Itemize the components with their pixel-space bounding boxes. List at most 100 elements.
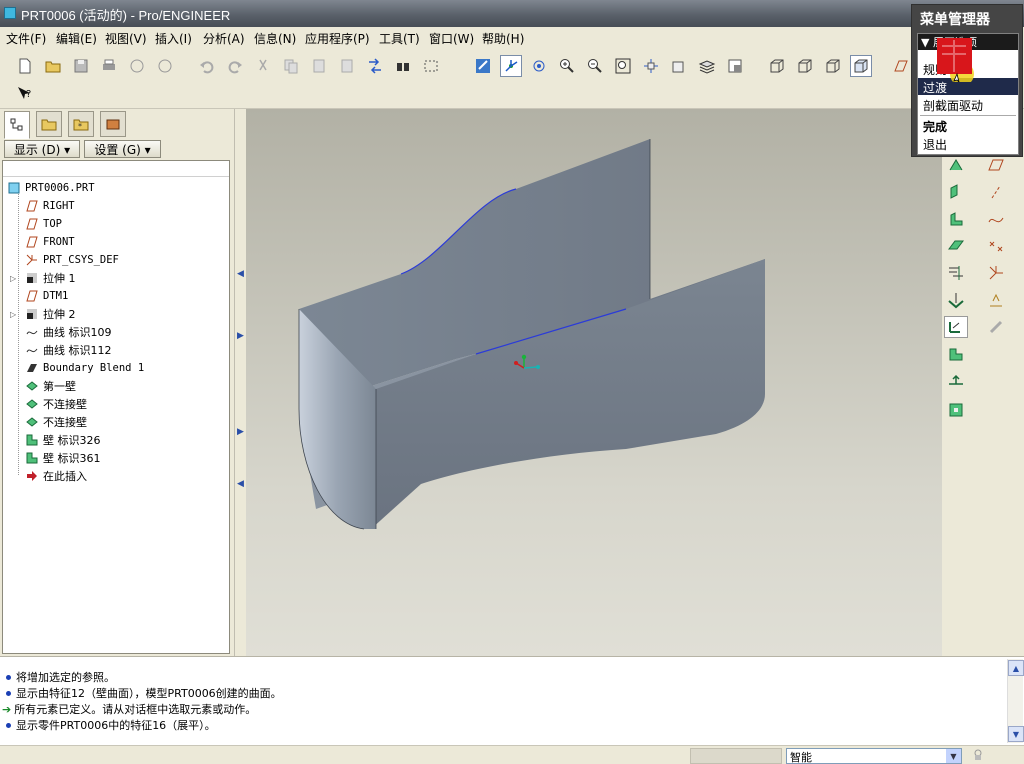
menu-item-section-driven[interactable]: 剖截面驱动 bbox=[923, 97, 983, 114]
reorient-icon[interactable] bbox=[640, 55, 662, 77]
tree-item-part[interactable]: PRT0006.PRT bbox=[7, 179, 95, 197]
datum-point-tool-icon[interactable] bbox=[984, 235, 1008, 257]
send-mail-icon[interactable] bbox=[126, 55, 148, 77]
message-scrollbar[interactable]: ▲ ▼ bbox=[1007, 659, 1024, 743]
paste-icon[interactable] bbox=[308, 55, 330, 77]
copy-icon[interactable] bbox=[280, 55, 302, 77]
tree-item-first-wall[interactable]: 第一壁 bbox=[25, 377, 76, 395]
menu-info[interactable]: 信息(N) bbox=[254, 30, 296, 47]
collapse-arrow-icon[interactable]: ▶ bbox=[237, 427, 244, 437]
datum-plane-display-icon[interactable] bbox=[890, 55, 912, 77]
selection-filter[interactable]: 智能 ▼ bbox=[786, 748, 962, 764]
menu-applications[interactable]: 应用程序(P) bbox=[305, 30, 370, 47]
menu-item-done[interactable]: 完成 bbox=[923, 118, 947, 135]
tree-item-front[interactable]: FRONT bbox=[25, 233, 75, 251]
extend-wall-icon[interactable] bbox=[944, 235, 968, 257]
tree-item-right[interactable]: RIGHT bbox=[25, 197, 75, 215]
bend-tool-icon[interactable] bbox=[944, 316, 968, 338]
tree-item-wall-361[interactable]: 壁 标识361 bbox=[25, 449, 101, 467]
panel-splitter[interactable]: ◀ ▶ ▶ ◀ bbox=[234, 109, 246, 656]
hidden-line-icon[interactable] bbox=[794, 55, 816, 77]
paste-special-icon[interactable] bbox=[336, 55, 358, 77]
orient-mode-icon[interactable] bbox=[528, 55, 550, 77]
wall-tool-icon[interactable] bbox=[944, 154, 968, 176]
settings-dropdown[interactable]: 设置 (G) ▾ bbox=[84, 140, 161, 158]
datum-plane-tool-icon[interactable] bbox=[984, 154, 1008, 176]
redo-icon[interactable] bbox=[224, 55, 246, 77]
menu-analysis[interactable]: 分析(A) bbox=[203, 30, 245, 47]
collapse-arrow-icon[interactable]: ▶ bbox=[237, 331, 244, 341]
tree-item-top[interactable]: TOP bbox=[25, 215, 62, 233]
zoom-out-icon[interactable] bbox=[584, 55, 606, 77]
link-tool-icon[interactable] bbox=[984, 316, 1008, 338]
tree-search-field[interactable] bbox=[3, 161, 229, 177]
tree-item-csys[interactable]: PRT_CSYS_DEF bbox=[25, 251, 119, 269]
tree-item-wall-326[interactable]: 壁 标识326 bbox=[25, 431, 101, 449]
send-link-icon[interactable] bbox=[154, 55, 176, 77]
datum-axis-tool-icon[interactable] bbox=[984, 181, 1008, 203]
model-view[interactable] bbox=[246, 109, 942, 656]
menu-view[interactable]: 视图(V) bbox=[105, 30, 147, 47]
tab-model-tree[interactable] bbox=[4, 111, 30, 139]
spin-center-icon[interactable] bbox=[500, 55, 522, 77]
tree-item-unattached-wall-2[interactable]: 不连接壁 bbox=[25, 413, 87, 431]
menu-window[interactable]: 窗口(W) bbox=[429, 30, 474, 47]
layers-icon[interactable] bbox=[696, 55, 718, 77]
expand-arrow-icon[interactable]: ▷ bbox=[10, 310, 16, 319]
undo-icon[interactable] bbox=[196, 55, 218, 77]
flatten-icon[interactable] bbox=[944, 289, 968, 311]
tree-item-dtm1[interactable]: DTM1 bbox=[25, 287, 68, 305]
tab-folder-browser[interactable] bbox=[36, 111, 62, 137]
find-icon[interactable] bbox=[392, 55, 414, 77]
lock-icon[interactable] bbox=[974, 749, 982, 761]
repaint-icon[interactable] bbox=[472, 55, 494, 77]
save-icon[interactable] bbox=[70, 55, 92, 77]
datum-curve-tool-icon[interactable] bbox=[984, 208, 1008, 230]
collapse-arrow-icon[interactable]: ◀ bbox=[237, 479, 244, 489]
tab-connections[interactable] bbox=[100, 111, 126, 137]
zoom-in-icon[interactable] bbox=[556, 55, 578, 77]
scroll-down-icon[interactable]: ▼ bbox=[1008, 726, 1024, 742]
tree-item-insert-here[interactable]: 在此插入 bbox=[25, 467, 87, 485]
open-folder-icon[interactable] bbox=[42, 55, 64, 77]
menu-help[interactable]: 帮助(H) bbox=[482, 30, 524, 47]
show-dropdown[interactable]: 显示 (D) ▾ bbox=[4, 140, 80, 158]
menu-file[interactable]: 文件(F) bbox=[6, 30, 46, 47]
menu-tools[interactable]: 工具(T) bbox=[379, 30, 420, 47]
collapse-arrow-icon[interactable]: ◀ bbox=[237, 269, 244, 279]
tree-item-extrude-2[interactable]: 拉伸 2 bbox=[25, 305, 76, 323]
view-manager-icon[interactable] bbox=[724, 55, 746, 77]
print-icon[interactable] bbox=[98, 55, 120, 77]
corner-relief-icon[interactable] bbox=[944, 399, 968, 421]
flat-wall-icon[interactable] bbox=[944, 208, 968, 230]
regenerate-icon[interactable] bbox=[364, 55, 386, 77]
menu-item-quit[interactable]: 退出 bbox=[923, 136, 947, 153]
graphics-window[interactable] bbox=[246, 109, 942, 656]
bend-back-icon[interactable] bbox=[944, 370, 968, 392]
expand-arrow-icon[interactable]: ▷ bbox=[10, 274, 16, 283]
merge-wall-icon[interactable] bbox=[944, 262, 968, 284]
unbend-icon[interactable] bbox=[944, 343, 968, 365]
tree-item-extrude-1[interactable]: 拉伸 1 bbox=[25, 269, 76, 287]
tree-item-unattached-wall-1[interactable]: 不连接壁 bbox=[25, 395, 87, 413]
tree-item-curve-109[interactable]: 曲线 标识109 bbox=[25, 323, 112, 341]
new-file-icon[interactable] bbox=[14, 55, 36, 77]
shading-icon[interactable] bbox=[850, 55, 872, 77]
menu-insert[interactable]: 插入(I) bbox=[155, 30, 192, 47]
context-help-icon[interactable]: ? bbox=[14, 83, 36, 105]
tree-item-curve-112[interactable]: 曲线 标识112 bbox=[25, 341, 112, 359]
menu-edit[interactable]: 编辑(E) bbox=[56, 30, 97, 47]
wireframe-icon[interactable] bbox=[766, 55, 788, 77]
analysis-tool-icon[interactable] bbox=[984, 289, 1008, 311]
tree-item-boundary-blend[interactable]: Boundary Blend 1 bbox=[25, 359, 144, 377]
tab-favorites[interactable]: * bbox=[68, 111, 94, 137]
select-box-icon[interactable] bbox=[420, 55, 442, 77]
no-hidden-icon[interactable] bbox=[822, 55, 844, 77]
saved-views-icon[interactable] bbox=[668, 55, 690, 77]
scroll-up-icon[interactable]: ▲ bbox=[1008, 660, 1024, 676]
flange-wall-icon[interactable] bbox=[944, 181, 968, 203]
refit-icon[interactable] bbox=[612, 55, 634, 77]
csys-tool-icon[interactable] bbox=[984, 262, 1008, 284]
cut-icon[interactable] bbox=[252, 55, 274, 77]
chevron-down-icon[interactable]: ▼ bbox=[946, 749, 961, 763]
